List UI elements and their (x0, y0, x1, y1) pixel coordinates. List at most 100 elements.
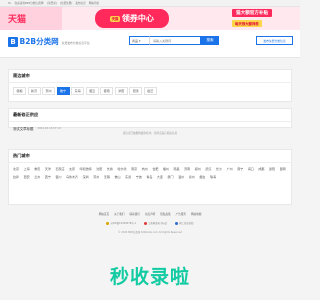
near-city-link[interactable]: 沭阳 (114, 86, 128, 95)
hot-city-link[interactable]: 合肥 (152, 167, 158, 171)
near-city-link[interactable]: 东海 (71, 86, 85, 95)
hot-city-link[interactable]: 福州 (163, 167, 169, 171)
hot-city-link[interactable]: 佛山 (114, 175, 120, 179)
hot-city-link[interactable]: 银川 (55, 175, 61, 179)
near-city-link[interactable]: 泗洪 (129, 86, 143, 95)
footer-link[interactable]: 广告服务 (176, 212, 186, 216)
near-city-link[interactable]: 灌南 (100, 86, 114, 95)
near-city-link[interactable]: 睢宁 (56, 86, 70, 95)
hot-city-link[interactable]: 长沙 (216, 167, 222, 171)
license-link[interactable]: 网上营业执照 (175, 221, 194, 225)
logo-text: B2B分类网 (19, 37, 59, 46)
hot-city-link[interactable]: 乌鲁木齐 (66, 175, 78, 179)
copyright: © 2024 B2B分类网 b2bfenlei.com All Rights R… (118, 231, 182, 234)
near-city-link[interactable]: 赣榆 (13, 86, 27, 95)
icp-record[interactable]: 苏ICP备12345678号-1 (106, 221, 136, 225)
top-utility-bar: Hi, 欢迎来到B2B分类信息网! [请登录] [免费注册] 发布信息 网站导航 (0, 0, 300, 7)
hot-city-link[interactable]: 大连 (157, 175, 163, 179)
hot-city-link[interactable]: 西宁 (45, 175, 51, 179)
near-city-link[interactable]: 灌云 (85, 86, 99, 95)
hot-city-link[interactable]: 武汉 (205, 167, 211, 171)
topbar-item: Hi, (8, 1, 12, 5)
hot-city-link[interactable]: 兰州 (34, 175, 40, 179)
site-slogan: 免费发布分类信息平台 (61, 40, 90, 45)
hot-city-link[interactable]: 成都 (258, 167, 264, 171)
near-city-link[interactable]: 新沂 (27, 86, 41, 95)
coupon-label: 领券中心 (121, 14, 154, 23)
hot-city-link[interactable]: 苏州 (93, 175, 99, 179)
footer-link[interactable]: 网站地图 (191, 212, 201, 216)
hot-city-link[interactable]: 济南 (184, 167, 190, 171)
hot-city-link[interactable]: 厦门 (168, 175, 174, 179)
site-header: B B2B分类网 免费发布分类信息平台 商品 ▾ 搜索 发布免费分类信息 (0, 30, 300, 58)
coupon-tag: 天猫 (110, 15, 120, 22)
near-city-link[interactable]: 邳州 (42, 86, 56, 95)
hot-city-link[interactable]: 太原 (69, 167, 75, 171)
near-cities-panel: 周边城市 赣榆 新沂 邳州 睢宁 东海 灌云 灌南 沭阳 泗洪 宿迁 (8, 69, 292, 102)
hot-city-link[interactable]: 呼和浩特 (80, 167, 92, 171)
tmall-ad-banner[interactable]: 天猫 天猫 领券中心 猫大额官方补贴 每天领大额神券 (0, 7, 300, 30)
hot-city-link[interactable]: 南京 (131, 167, 137, 171)
hot-city-link[interactable]: 天津 (45, 167, 51, 171)
hot-city-link[interactable]: 贵阳 (269, 167, 275, 171)
promo-daily-coupon[interactable]: 每天领大额神券 (232, 20, 262, 27)
footer-link[interactable]: 隐私政策 (160, 212, 170, 216)
business-mark[interactable]: 工商网监电子标识 (144, 221, 167, 225)
search-category-value: 商品 (132, 38, 139, 43)
tmall-logo: 天猫 (8, 15, 27, 25)
latest-title: 最新修正供应 (9, 109, 291, 122)
hot-city-link[interactable]: 北京 (13, 167, 19, 171)
deleted-notice: 该信息已被删除或审核中，请浏览其它相关信息 (122, 132, 178, 135)
hot-city-link[interactable]: 上海 (24, 167, 30, 171)
hot-city-link[interactable]: 广州 (227, 167, 233, 171)
hot-city-link[interactable]: 重庆 (34, 167, 40, 171)
publish-button[interactable]: 发布免费分类信息 (256, 36, 293, 45)
hot-city-link[interactable]: 温州 (178, 175, 184, 179)
hot-city-link[interactable]: 青岛 (146, 175, 152, 179)
hot-city-link[interactable]: 昆明 (280, 167, 286, 171)
search-category-select[interactable]: 商品 ▾ (129, 36, 149, 45)
hot-city-link[interactable]: 南昌 (174, 167, 180, 171)
icp-record-text: 苏ICP备12345678号-1 (110, 222, 137, 225)
topbar-item[interactable]: [请登录] (47, 1, 57, 5)
tmall-logo-area: 天猫 (0, 7, 62, 30)
topbar-item[interactable]: 网站导航 (89, 1, 99, 5)
hot-city-link[interactable]: 沈阳 (96, 167, 102, 171)
hot-city-link[interactable]: 郑州 (195, 167, 201, 171)
footer-link[interactable]: 关于我们 (114, 212, 124, 216)
promo-subsidy[interactable]: 猫大额官方补贴 (232, 9, 273, 17)
search-button[interactable]: 搜索 (201, 36, 219, 45)
watermark: 秒收录啦 (109, 266, 190, 288)
near-city-link[interactable]: 宿迁 (143, 86, 157, 95)
hot-city-link[interactable]: 烟台 (199, 175, 205, 179)
hot-city-link[interactable]: 无锡 (104, 175, 110, 179)
topbar-item[interactable]: 发布信息 (75, 1, 85, 5)
near-cities-list: 赣榆 新沂 邳州 睢宁 东海 灌云 灌南 沭阳 泗洪 宿迁 (9, 83, 291, 98)
latest-item-time: 2024-04-16 07:10 (37, 127, 61, 130)
hot-city-link[interactable]: 拉萨 (13, 175, 19, 179)
footer-link[interactable]: 网站首页 (99, 212, 109, 216)
topbar-item[interactable]: [免费注册] (60, 1, 72, 5)
hot-city-link[interactable]: 珠海 (210, 175, 216, 179)
hot-city-link[interactable]: 石家庄 (55, 167, 64, 171)
hot-city-link[interactable]: 海口 (248, 167, 254, 171)
hot-city-link[interactable]: 东莞 (125, 175, 131, 179)
hot-city-link[interactable]: 杭州 (142, 167, 148, 171)
footer-link[interactable]: 联系我们 (129, 212, 139, 216)
shield-icon (144, 222, 148, 225)
hot-city-link[interactable]: 长春 (107, 167, 113, 171)
hot-city-link[interactable]: 南宁 (237, 167, 243, 171)
hot-city-link[interactable]: 泉州 (189, 175, 195, 179)
hot-city-link[interactable]: 宁波 (136, 175, 142, 179)
hot-city-link[interactable]: 哈尔滨 (117, 167, 126, 171)
hot-city-link[interactable]: 西安 (24, 175, 30, 179)
footer-registration: 苏ICP备12345678号-1 工商网监电子标识 网上营业执照 (0, 221, 300, 225)
logo-mark-icon: B (8, 36, 18, 47)
coupon-center-button[interactable]: 天猫 领券中心 (95, 9, 169, 28)
topbar-item[interactable]: 欢迎来到B2B分类信息网! (15, 1, 45, 5)
hot-city-link[interactable]: 深圳 (83, 175, 89, 179)
site-logo[interactable]: B B2B分类网 免费发布分类信息平台 (8, 36, 90, 47)
search-input[interactable] (149, 36, 201, 45)
emblem-icon (175, 222, 179, 225)
footer-link[interactable]: 免责声明 (145, 212, 155, 216)
